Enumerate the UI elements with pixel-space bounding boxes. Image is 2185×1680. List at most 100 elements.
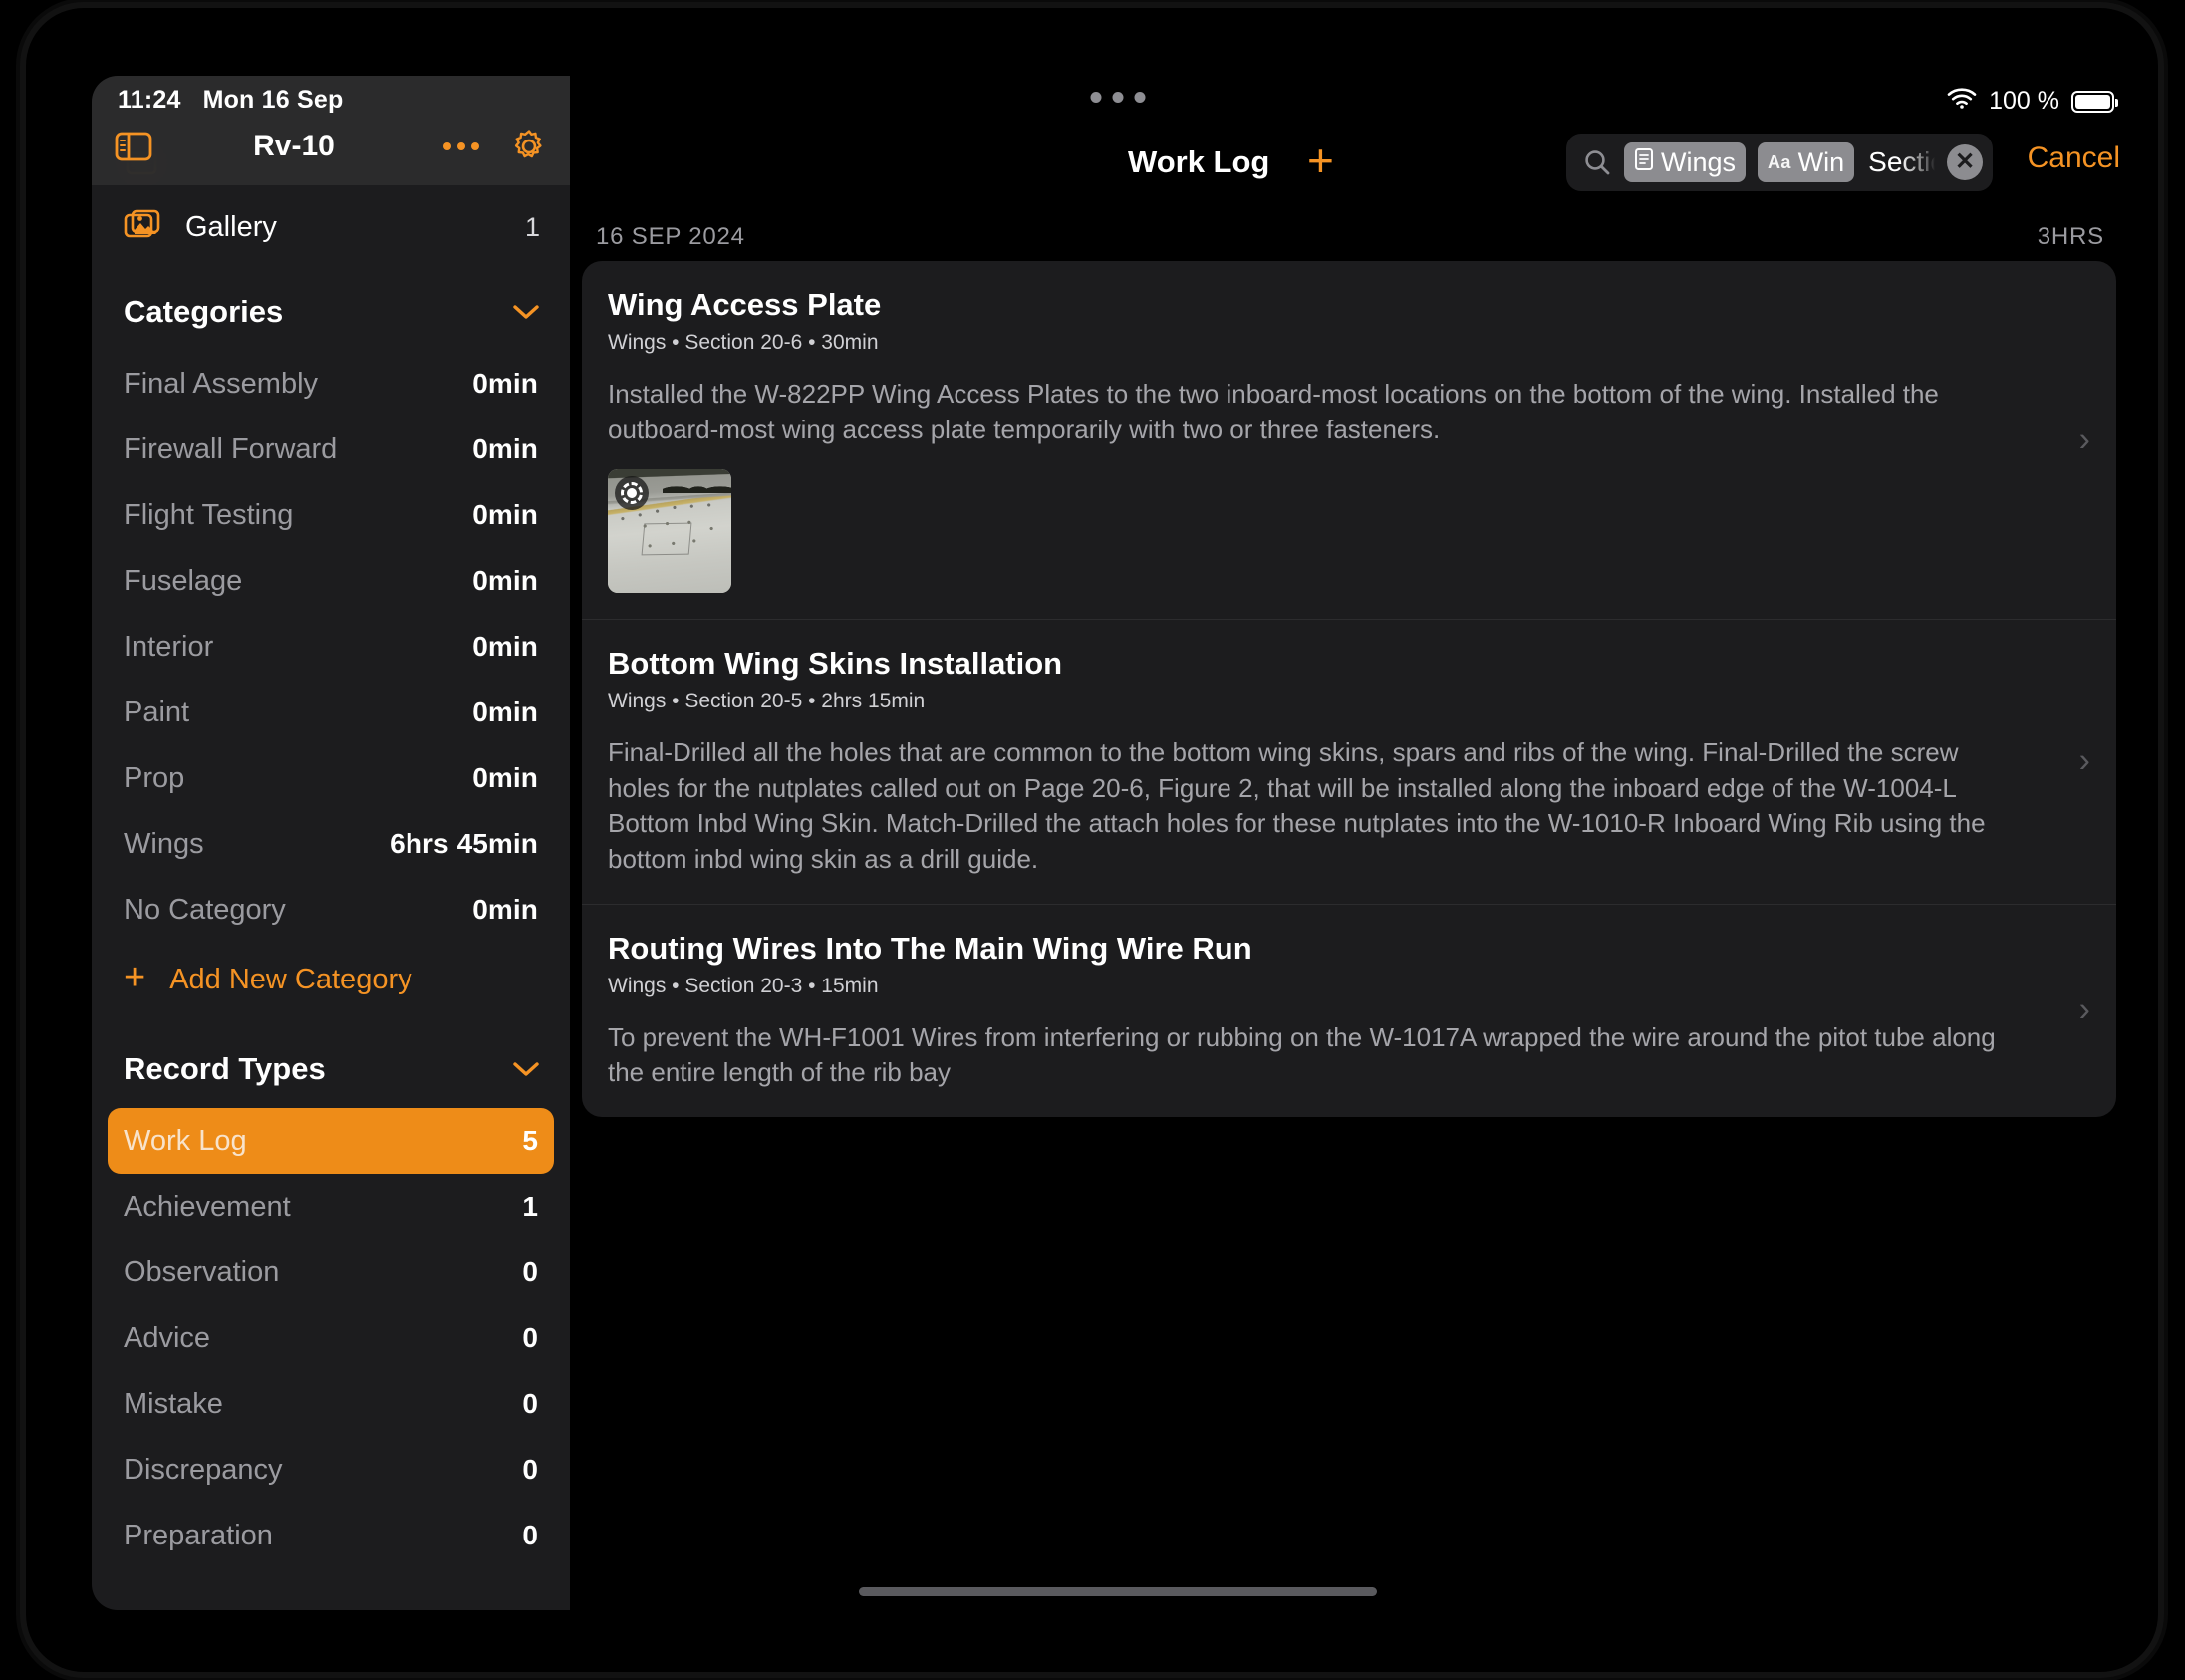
record-type-row-work-log[interactable]: Work Log 5 (108, 1108, 554, 1174)
record-title: Wing Access Plate (608, 287, 882, 322)
home-indicator[interactable] (859, 1587, 1377, 1596)
record-type-count: 1 (522, 1191, 538, 1222)
record-title: Routing Wires Into The Main Wing Wire Ru… (608, 930, 1252, 966)
record-type-row-achievement[interactable]: Achievement 1 (108, 1174, 554, 1240)
record-type-name: Observation (124, 1256, 280, 1288)
search-token-text[interactable]: Aa Win (1758, 142, 1855, 182)
document-icon (1634, 147, 1654, 178)
record-type-name: Discrepancy (124, 1453, 283, 1486)
categories-title: Categories (124, 294, 284, 329)
records-list: Wing Access Plate Wings • Section 20-6 •… (582, 261, 2116, 1117)
sidebar-header: Rv-10 (92, 76, 570, 185)
gear-icon[interactable] (510, 128, 548, 165)
category-row[interactable]: Interior 0min (108, 614, 554, 680)
chevron-right-icon[interactable]: › (2079, 991, 2090, 1030)
category-name: Final Assembly (124, 367, 319, 400)
search-token-category-label: Wings (1661, 146, 1737, 177)
sidebar: Gallery 1 Categories Final Assembly 0min (92, 76, 570, 1610)
add-record-button[interactable]: + (1307, 138, 1334, 183)
category-value: 0min (472, 631, 538, 662)
categories-section-header[interactable]: Categories (92, 273, 570, 351)
sidebar-item-gallery[interactable]: Gallery 1 (92, 195, 570, 259)
record-meta: Wings • Section 20-3 • 15min (608, 974, 879, 997)
record-type-count: 0 (522, 1257, 538, 1287)
category-value: 0min (472, 433, 538, 464)
category-name: No Category (124, 893, 286, 926)
record-type-row-discrepancy[interactable]: Discrepancy 0 (108, 1437, 554, 1503)
main-content: Work Log + Wings Aa Win Secti ✕ Cancel 1… (570, 76, 2144, 1610)
add-new-category-button[interactable]: + Add New Category (92, 943, 570, 1016)
search-icon (1582, 147, 1612, 177)
record-type-row-advice[interactable]: Advice 0 (108, 1305, 554, 1371)
record-type-name: Preparation (124, 1519, 273, 1551)
search-bar[interactable]: Wings Aa Win Section 2 ✕ (1566, 134, 1993, 191)
tablet-device-frame: 11:24 Mon 16 Sep 100 % Gallery 1 Categor… (26, 8, 2158, 1672)
record-type-name: Work Log (124, 1124, 247, 1157)
category-value: 0min (472, 697, 538, 727)
record-type-row-preparation[interactable]: Preparation 0 (108, 1503, 554, 1568)
record-body: To prevent the WH-F1001 Wires from inter… (608, 1021, 1996, 1088)
record-type-count: 0 (522, 1454, 538, 1485)
add-new-category-label: Add New Category (169, 963, 412, 995)
record-type-row-mistake[interactable]: Mistake 0 (108, 1371, 554, 1437)
record-type-name: Mistake (124, 1387, 223, 1420)
plus-icon: + (124, 957, 146, 998)
search-input[interactable]: Wings Aa Win Section 2 ✕ (1566, 134, 1993, 191)
record-thumbnail[interactable] (608, 469, 731, 594)
record-type-count: 0 (522, 1520, 538, 1550)
record-type-count: 0 (522, 1388, 538, 1419)
live-photo-icon (615, 476, 649, 511)
search-query-text[interactable]: Section 2 (1868, 146, 1935, 178)
sidebar-item-gallery-label: Gallery (185, 210, 277, 243)
record-types-section-header[interactable]: Record Types (92, 1030, 570, 1108)
category-row[interactable]: Firewall Forward 0min (108, 417, 554, 482)
category-value: 6hrs 45min (390, 828, 538, 859)
category-row[interactable]: Flight Testing 0min (108, 482, 554, 548)
category-name: Paint (124, 696, 190, 728)
cancel-button[interactable]: Cancel (2028, 141, 2120, 175)
category-name: Fuselage (124, 564, 243, 597)
category-row[interactable]: Final Assembly 0min (108, 351, 554, 417)
category-row[interactable]: Fuselage 0min (108, 548, 554, 614)
category-value: 0min (472, 894, 538, 925)
category-name: Firewall Forward (124, 432, 338, 465)
category-row[interactable]: No Category 0min (108, 877, 554, 943)
category-value: 0min (472, 565, 538, 596)
record-body: Installed the W-822PP Wing Access Plates… (608, 379, 1939, 444)
more-options-icon[interactable] (442, 140, 480, 152)
category-row[interactable]: Paint 0min (108, 680, 554, 745)
sidebar-item-gallery-count: 1 (524, 211, 540, 242)
record-body: Final-Drilled all the holes that are com… (608, 737, 1986, 875)
photos-icon (124, 208, 163, 247)
record-row[interactable]: Routing Wires Into The Main Wing Wire Ru… (582, 903, 2116, 1117)
record-row[interactable]: Wing Access Plate Wings • Section 20-6 •… (582, 261, 2116, 619)
clear-search-icon[interactable]: ✕ (1947, 144, 1983, 180)
record-title: Bottom Wing Skins Installation (608, 646, 1063, 682)
project-title: Rv-10 (253, 130, 335, 162)
record-types-title: Record Types (124, 1051, 326, 1086)
sidebar-scroll-area[interactable]: Gallery 1 Categories Final Assembly 0min (92, 76, 570, 1610)
chevron-down-icon[interactable] (512, 297, 540, 328)
date-label: 16 SEP 2024 (596, 223, 745, 250)
record-type-row-observation[interactable]: Observation 0 (108, 1240, 554, 1305)
record-type-name: Advice (124, 1321, 211, 1354)
record-row[interactable]: Bottom Wing Skins Installation Wings • S… (582, 619, 2116, 903)
record-type-count: 0 (522, 1322, 538, 1353)
category-name: Wings (124, 827, 204, 860)
date-header-row: 16 SEP 2024 3HRS (570, 223, 2144, 251)
category-value: 0min (472, 499, 538, 530)
category-name: Prop (124, 761, 185, 794)
tablet-screen: 11:24 Mon 16 Sep 100 % Gallery 1 Categor… (92, 76, 2144, 1610)
text-case-icon: Aa (1768, 151, 1791, 172)
total-hours-label: 3HRS (2037, 223, 2104, 250)
page-title: Work Log (1128, 144, 1270, 179)
chevron-down-icon[interactable] (512, 1054, 540, 1085)
record-type-name: Achievement (124, 1190, 291, 1223)
category-name: Flight Testing (124, 498, 294, 531)
search-token-text-label: Win (1797, 146, 1845, 177)
category-row[interactable]: Wings 6hrs 45min (108, 811, 554, 877)
category-row[interactable]: Prop 0min (108, 745, 554, 811)
chevron-right-icon[interactable]: › (2079, 742, 2090, 781)
search-token-category[interactable]: Wings (1624, 142, 1747, 182)
chevron-right-icon[interactable]: › (2079, 420, 2090, 459)
